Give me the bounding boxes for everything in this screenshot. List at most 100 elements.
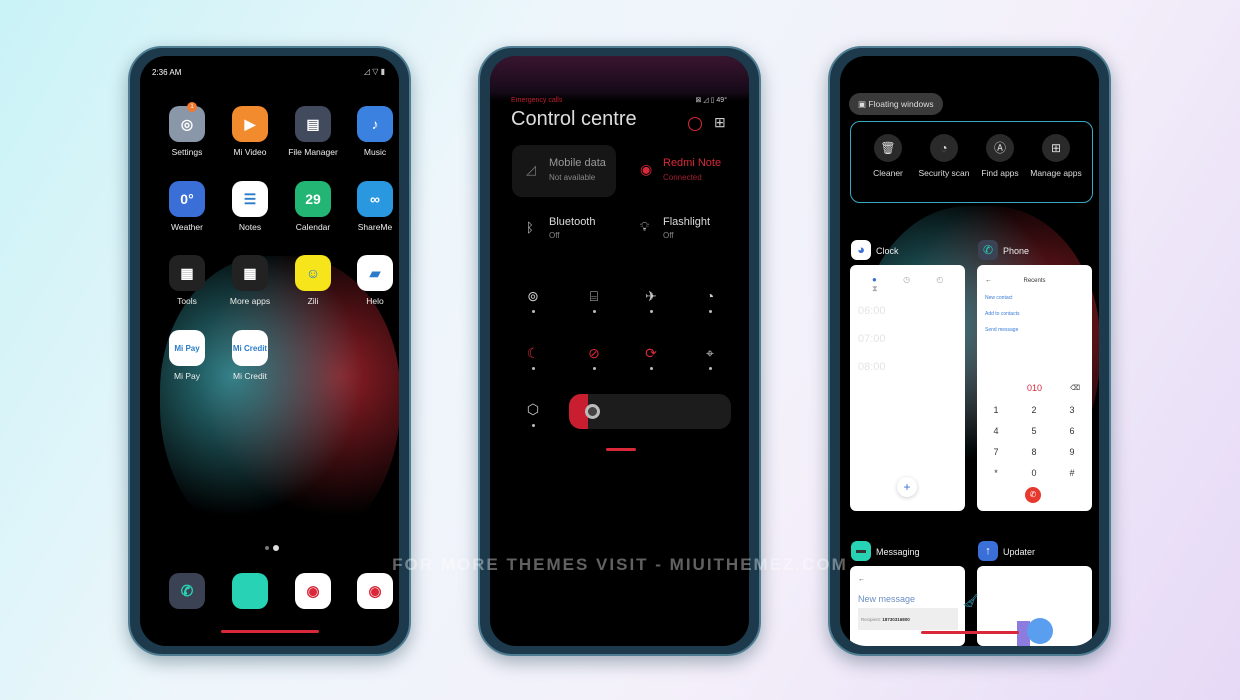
floating-windows-button[interactable]: ▣ Floating windows [849, 93, 943, 115]
zili-icon: ☺ [295, 255, 331, 291]
app-mi-pay[interactable]: Mi Pay Mi Pay [157, 330, 217, 381]
tile-status: Off [549, 231, 560, 240]
brightness-slider[interactable] [569, 394, 731, 429]
location-icon[interactable]: ⌖ [700, 345, 720, 365]
recipient-field[interactable]: Recipient: 18730316800 [858, 608, 958, 630]
phone-icon: ✆ [978, 240, 998, 260]
tile-title: Redmi Note [663, 157, 722, 169]
manage-apps-button[interactable]: ⊞ Manage apps [1028, 134, 1084, 179]
wifi-icon: ◉ [640, 161, 653, 177]
app-weather[interactable]: 0° Weather [157, 181, 217, 232]
app-music[interactable]: ♪ Music [345, 106, 399, 157]
micredit-icon: Mi Credit [232, 330, 268, 366]
tile-title: Flashlight [663, 216, 711, 228]
weather-icon: 0° [169, 181, 205, 217]
dial-key[interactable]: 6 [1057, 426, 1087, 436]
dial-key[interactable]: 3 [1057, 405, 1087, 415]
new-contact-link[interactable]: New contact [985, 295, 1013, 301]
dial-key[interactable]: # [1057, 468, 1087, 478]
dial-key[interactable]: 0 [1019, 468, 1049, 478]
folder-icon: ▦ [169, 255, 205, 291]
notification-badge: 1 [187, 102, 197, 112]
battery-level: 49 [716, 97, 725, 104]
dial-key[interactable]: 1 [981, 405, 1011, 415]
page-dot-active[interactable] [273, 545, 279, 551]
clock-icon: ◕ [851, 240, 871, 260]
flashlight-tile[interactable]: 💡︎ Flashlight Off [640, 214, 740, 244]
dock-camera-icon[interactable]: ◉ [357, 573, 393, 609]
call-button[interactable]: ✆ [1025, 487, 1041, 503]
scanner-icon[interactable]: ⌸ [584, 288, 604, 308]
airplane-icon[interactable]: ✈ [641, 288, 661, 308]
close-handle[interactable] [606, 448, 636, 451]
page-dot[interactable] [265, 546, 269, 550]
emergency-calls[interactable]: Emergency calls [511, 97, 562, 104]
dock-chrome-icon[interactable]: ◉ [295, 573, 331, 609]
dial-key[interactable]: 9 [1057, 447, 1087, 457]
app-mi-credit[interactable]: Mi Credit Mi Credit [220, 330, 280, 381]
phone-card[interactable]: ← Recents New contact Add to contacts Se… [977, 265, 1092, 511]
alarm-time: 08:00 [858, 361, 886, 373]
helo-icon: ▰ [357, 255, 393, 291]
floating-label: Floating windows [868, 99, 934, 109]
add-alarm-button[interactable]: + [897, 477, 917, 497]
dial-key[interactable]: 2 [1019, 405, 1049, 415]
edit-grid-icon[interactable]: ⊞ [714, 114, 726, 131]
app-helo[interactable]: ▰ Helo [345, 255, 399, 306]
settings-icon: ◎ [169, 106, 205, 142]
find-apps-button[interactable]: Ⓐ Find apps [972, 134, 1028, 179]
security-icon: ◔ [930, 134, 958, 162]
app-shareme[interactable]: ∞ ShareMe [345, 181, 399, 232]
status-icons: ◿ ▽ ▮ [363, 67, 385, 76]
alarm-time: 06:00 [858, 305, 886, 317]
add-to-contacts-link[interactable]: Add to contacts [985, 311, 1019, 317]
dial-key[interactable]: 8 [1019, 447, 1049, 457]
clock-title: Clock [876, 246, 899, 256]
recents-header: Recents [1023, 278, 1046, 284]
dial-key[interactable]: 5 [1019, 426, 1049, 436]
app-more-apps[interactable]: ▦ More apps [220, 255, 280, 306]
header-art [490, 56, 749, 101]
speed-icon[interactable]: ◔ [700, 288, 720, 308]
security-scan-button[interactable]: ◔ Security scan [916, 134, 972, 179]
app-settings[interactable]: ◎ Settings [157, 106, 217, 157]
home-indicator[interactable] [221, 630, 319, 633]
send-message-link[interactable]: Send message [985, 327, 1018, 333]
app-mi-video[interactable]: ▶ Mi Video [220, 106, 280, 157]
account-icon[interactable] [688, 117, 702, 131]
hotspot-icon[interactable]: ⊚ [523, 288, 543, 308]
app-calendar[interactable]: 29 Calendar [283, 181, 343, 232]
rotation-lock-icon[interactable]: ⟳ [641, 345, 661, 365]
backspace-icon[interactable]: ⌫ [1070, 384, 1080, 392]
dial-key[interactable]: 7 [981, 447, 1011, 457]
page-title: Control centre [511, 108, 637, 130]
dial-key[interactable]: * [981, 468, 1011, 478]
dock-messaging-icon[interactable]: ▬ [232, 573, 268, 609]
status-time: 2:36 AM [152, 68, 182, 77]
updater-card[interactable] [977, 566, 1092, 646]
shareme-icon: ∞ [357, 181, 393, 217]
notes-icon: ☰ [232, 181, 268, 217]
wifi-tile[interactable]: ◉ Redmi Note Connected [640, 145, 730, 197]
messaging-card[interactable]: ← New message Recipient: 18730316800 [850, 566, 965, 646]
bluetooth-tile[interactable]: ᛒ Bluetooth Off [526, 214, 626, 244]
app-notes[interactable]: ☰ Notes [220, 181, 280, 232]
eye-icon[interactable]: ⊘ [584, 345, 604, 365]
dock-phone-icon[interactable]: ✆ [169, 573, 205, 609]
cleaner-button[interactable]: 🗑︎ Cleaner [860, 134, 916, 179]
home-indicator[interactable] [921, 631, 1019, 634]
app-zili[interactable]: ☺ Zili [283, 255, 343, 306]
video-icon: ▶ [232, 106, 268, 142]
dnd-icon[interactable]: ☾ [523, 345, 543, 365]
mobile-data-tile[interactable]: ◿ Mobile data Not available [512, 145, 616, 197]
calendar-icon: 29 [295, 181, 331, 217]
new-message-title: New message [858, 594, 916, 604]
app-file-manager[interactable]: ▤ File Manager [283, 106, 343, 157]
dial-key[interactable]: 4 [981, 426, 1011, 436]
app-tools[interactable]: ▦ Tools [157, 255, 217, 306]
grid-icon: ⊞ [1042, 134, 1070, 162]
settings-icon[interactable]: ⬡ [523, 401, 543, 421]
clear-all-icon[interactable]: 🧹︎ [962, 593, 979, 609]
search-icon: Ⓐ [986, 134, 1014, 162]
clock-card[interactable]: ● ◷ ◴ ⧗ 06:00 07:00 08:00 + [850, 265, 965, 511]
